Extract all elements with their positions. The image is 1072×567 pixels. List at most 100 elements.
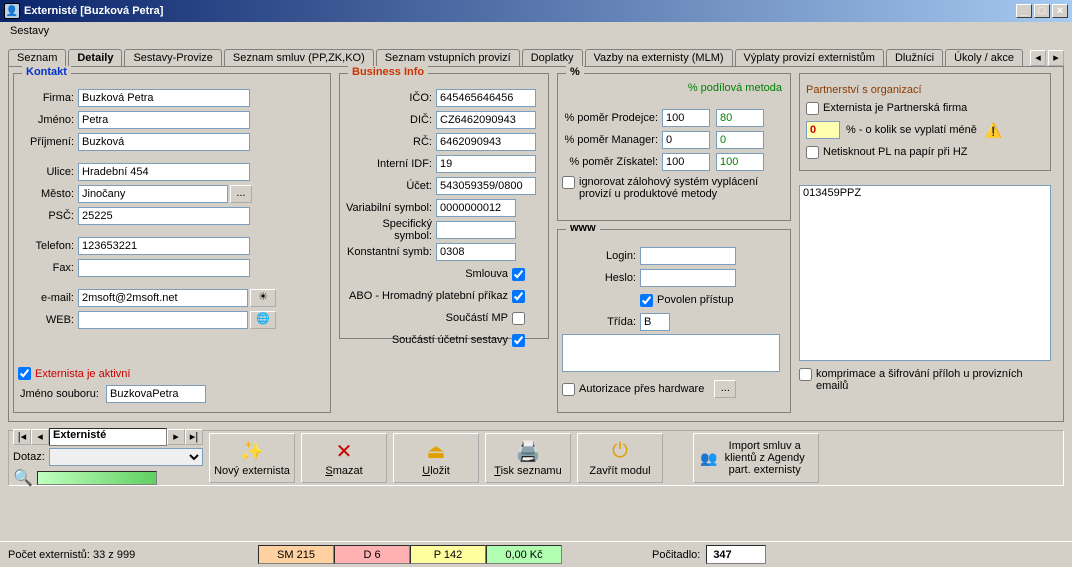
partner-listbox[interactable] [799,185,1051,361]
legend-partner: Partnerství s organizací [806,84,1044,96]
www-note-textarea[interactable] [562,334,780,372]
email-input[interactable] [78,289,248,307]
ulice-input[interactable] [78,163,250,181]
nav-last[interactable]: ▸| [185,429,203,445]
smazat-button[interactable]: ✕ Smazat [301,433,387,483]
power-icon: ⏻ [608,439,632,463]
tab-doplatky[interactable]: Doplatky [522,49,583,66]
partner-pct-label: % - o kolik se vyplatí méně [846,124,977,136]
man-input1[interactable] [662,131,710,149]
prod-input2[interactable] [716,109,764,127]
zis-input1[interactable] [662,153,710,171]
dic-input[interactable] [436,111,536,129]
tab-ukoly[interactable]: Úkoly / akce [945,49,1023,66]
souc-checkbox[interactable] [512,334,525,347]
ulozit-button[interactable]: ⏏ Uložit [393,433,479,483]
email-weather-icon[interactable]: ☀ [250,289,276,307]
tisk-button[interactable]: 🖨️ Tisk seznamu [485,433,571,483]
legend-pct: % [566,66,584,78]
ks-input[interactable] [436,243,516,261]
rc-label: RČ: [342,136,436,148]
prod-input1[interactable] [662,109,710,127]
soucmp-checkbox[interactable] [512,312,525,325]
tab-vstupni-provize[interactable]: Seznam vstupních provizí [376,49,520,66]
nav-first[interactable]: |◂ [13,429,31,445]
tab-seznam-smluv[interactable]: Seznam smluv (PP,ZK,KO) [224,49,374,66]
netisk-checkbox[interactable] [806,146,819,159]
tab-dluznici[interactable]: Dlužníci [886,49,943,66]
tab-detaily[interactable]: Detaily [68,49,122,67]
povolen-checkbox[interactable] [640,294,653,307]
telefon-input[interactable] [78,237,250,255]
rc-input[interactable] [436,133,536,151]
tabscroll-left[interactable]: ◂ [1030,50,1046,66]
jmeno-input[interactable] [78,111,250,129]
ss-input[interactable] [436,221,516,239]
vs-input[interactable] [436,199,516,217]
ico-input[interactable] [436,89,536,107]
close-button[interactable]: × [1052,4,1068,18]
ucet-label: Účet: [342,180,436,192]
autoriz-dots-button[interactable]: ... [714,380,736,398]
jmsoub-label: Jméno souboru: [18,388,106,400]
web-browser-icon[interactable]: 🌐 [250,311,276,329]
povolen-label: Povolen přístup [657,294,733,306]
web-input[interactable] [78,311,248,329]
tabscroll-right[interactable]: ▸ [1048,50,1064,66]
legend-business: Business Info [348,66,428,78]
telefon-label: Telefon: [18,240,78,252]
psc-input[interactable] [78,207,250,225]
abo-checkbox[interactable] [512,290,525,303]
komprim-checkbox[interactable] [799,368,812,381]
partfirma-label: Externista je Partnerská firma [823,102,967,114]
autoriz-checkbox[interactable] [562,383,575,396]
soucmp-label: Součástí MP [342,312,512,324]
zavrit-button[interactable]: ⏻ Zavřít modul [577,433,663,483]
heslo-input[interactable] [640,269,736,287]
tab-vazby-mlm[interactable]: Vazby na externisty (MLM) [585,49,733,66]
legend-www: www [566,222,600,234]
partfirma-checkbox[interactable] [806,102,819,115]
ignor-checkbox[interactable] [562,176,575,189]
jmsoub-input[interactable] [106,385,206,403]
progress-bar [37,471,157,485]
app-icon: 👤 [4,3,20,19]
firma-input[interactable] [78,89,250,107]
fax-input[interactable] [78,259,250,277]
prod-label: % poměr Prodejce: [562,112,662,124]
tab-sestavy-provize[interactable]: Sestavy-Provize [124,49,221,66]
login-input[interactable] [640,247,736,265]
maximize-button[interactable]: □ [1034,4,1050,18]
aktivni-checkbox[interactable] [18,367,31,380]
ucet-input[interactable] [436,177,536,195]
partner-pct-input[interactable] [806,121,840,139]
trida-label: Třída: [562,316,640,328]
man-input2[interactable] [716,131,764,149]
smlouva-checkbox[interactable] [512,268,525,281]
metoda-label: % podílová metoda [688,82,782,94]
mesto-input[interactable] [78,185,228,203]
novy-button[interactable]: ✨ Nový externista [209,433,295,483]
save-eject-icon: ⏏ [424,439,448,463]
idf-input[interactable] [436,155,536,173]
zis-label: % poměr Získatel: [562,156,662,168]
nav-next[interactable]: ▸ [167,429,185,445]
mesto-lookup-button[interactable]: ... [230,185,252,203]
tab-seznam[interactable]: Seznam [8,49,66,66]
smlouva-label: Smlouva [342,268,512,280]
import-button[interactable]: 👥 Import smluv a klientů z Agendy part. … [693,433,819,483]
zis-input2[interactable] [716,153,764,171]
dotaz-select[interactable] [49,448,203,466]
netisk-label: Netisknout PL na papír při HZ [823,146,968,158]
search-icon[interactable]: 🔍 [13,468,33,488]
menu-sestavy[interactable]: Sestavy [4,23,55,39]
toolbar: |◂ ◂ Externisté ▸ ▸| Dotaz: 🔍 ✨ Nový ext… [8,430,1064,486]
page-detaily: Kontakt Firma: Jméno: Příjmení: Ulice: M… [8,66,1064,422]
ico-label: IČO: [342,92,436,104]
minimize-button[interactable]: _ [1016,4,1032,18]
tab-vyplaty[interactable]: Výplaty provizí externistům [735,49,884,66]
nav-prev[interactable]: ◂ [31,429,49,445]
prijmeni-input[interactable] [78,133,250,151]
trida-input[interactable] [640,313,670,331]
jmeno-label: Jméno: [18,114,78,126]
